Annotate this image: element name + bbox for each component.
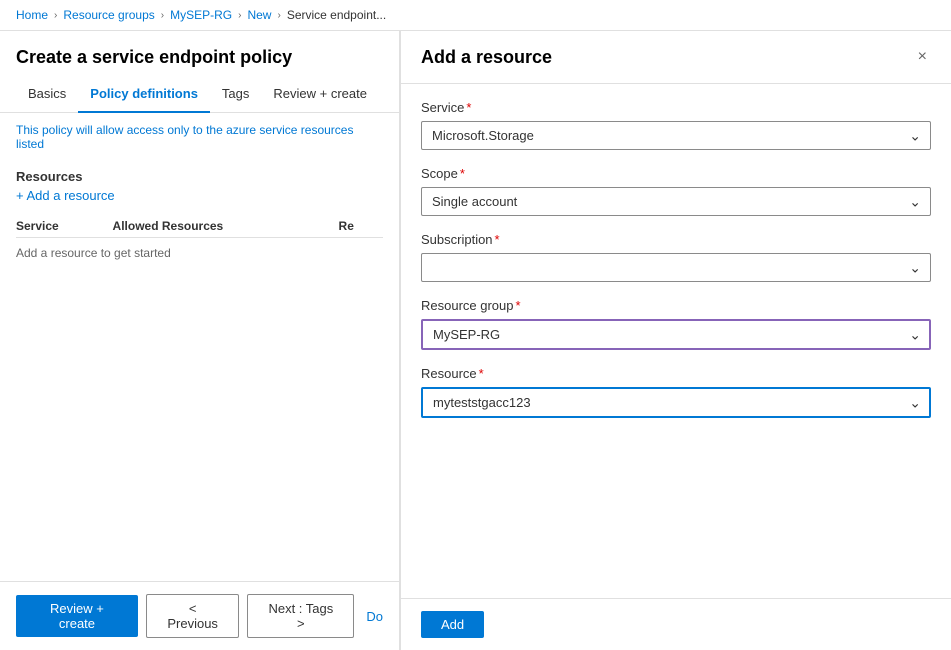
service-select-wrapper: Microsoft.Storage — [421, 121, 931, 150]
empty-row: Add a resource to get started — [16, 238, 383, 269]
breadcrumb-home[interactable]: Home — [16, 8, 48, 22]
service-required: * — [466, 100, 471, 115]
col-re: Re — [339, 215, 383, 238]
page-title: Create a service endpoint policy — [0, 31, 399, 76]
close-button[interactable]: × — [914, 45, 931, 69]
side-panel-footer: Add — [401, 598, 951, 650]
service-group: Service* Microsoft.Storage — [421, 100, 931, 150]
scope-required: * — [460, 166, 465, 181]
tab-tags[interactable]: Tags — [210, 76, 261, 113]
tab-policy-definitions[interactable]: Policy definitions — [78, 76, 210, 113]
previous-button[interactable]: < Previous — [146, 594, 239, 638]
tab-review-create[interactable]: Review + create — [261, 76, 379, 113]
subscription-select[interactable] — [421, 253, 931, 282]
breadcrumb-mysep-rg[interactable]: MySEP-RG — [170, 8, 232, 22]
subscription-select-wrapper — [421, 253, 931, 282]
footer: Review + create < Previous Next : Tags >… — [0, 581, 399, 650]
breadcrumb-sep-3: › — [238, 10, 241, 21]
side-panel-title: Add a resource — [421, 47, 552, 68]
resource-group-select-wrapper: MySEP-RG — [421, 319, 931, 350]
breadcrumb-sep-4: › — [277, 10, 280, 21]
rg-required: * — [516, 298, 521, 313]
doc-link[interactable]: Do — [366, 609, 383, 624]
side-panel-body: Service* Microsoft.Storage Scope* — [401, 84, 951, 598]
resources-label: Resources — [16, 169, 383, 184]
col-service: Service — [16, 215, 113, 238]
subscription-required: * — [495, 232, 500, 247]
breadcrumb-current: Service endpoint... — [287, 8, 386, 22]
resource-select-wrapper: myteststgacc123 — [421, 387, 931, 418]
col-allowed: Allowed Resources — [113, 215, 339, 238]
resource-select[interactable]: myteststgacc123 — [421, 387, 931, 418]
breadcrumb-new[interactable]: New — [247, 8, 271, 22]
resource-required: * — [479, 366, 484, 381]
breadcrumb-sep-1: › — [54, 10, 57, 21]
add-resource-link[interactable]: + Add a resource — [16, 188, 115, 203]
resource-group-field: Resource* myteststgacc123 — [421, 366, 931, 418]
scope-group: Scope* Single account — [421, 166, 931, 216]
tabs-container: Basics Policy definitions Tags Review + … — [0, 76, 399, 113]
review-create-button[interactable]: Review + create — [16, 595, 138, 637]
subscription-label: Subscription* — [421, 232, 931, 247]
resource-group-select[interactable]: MySEP-RG — [421, 319, 931, 350]
scope-label: Scope* — [421, 166, 931, 181]
empty-message: Add a resource to get started — [16, 238, 383, 269]
scope-select-wrapper: Single account — [421, 187, 931, 216]
add-button[interactable]: Add — [421, 611, 484, 638]
side-panel: Add a resource × Service* Microsoft.Stor… — [400, 31, 951, 650]
scope-select[interactable]: Single account — [421, 187, 931, 216]
resource-group-group: Resource group* MySEP-RG — [421, 298, 931, 350]
tab-basics[interactable]: Basics — [16, 76, 78, 113]
resource-label: Resource* — [421, 366, 931, 381]
service-label: Service* — [421, 100, 931, 115]
service-select[interactable]: Microsoft.Storage — [421, 121, 931, 150]
breadcrumb: Home › Resource groups › MySEP-RG › New … — [0, 0, 951, 31]
resource-group-label: Resource group* — [421, 298, 931, 313]
side-panel-header: Add a resource × — [401, 31, 951, 84]
resources-section: Resources + Add a resource Service Allow… — [0, 161, 399, 581]
subscription-group: Subscription* — [421, 232, 931, 282]
policy-info: This policy will allow access only to th… — [0, 113, 399, 161]
breadcrumb-resource-groups[interactable]: Resource groups — [63, 8, 154, 22]
resource-table: Service Allowed Resources Re Add a resou… — [16, 215, 383, 268]
next-button[interactable]: Next : Tags > — [247, 594, 354, 638]
breadcrumb-sep-2: › — [161, 10, 164, 21]
